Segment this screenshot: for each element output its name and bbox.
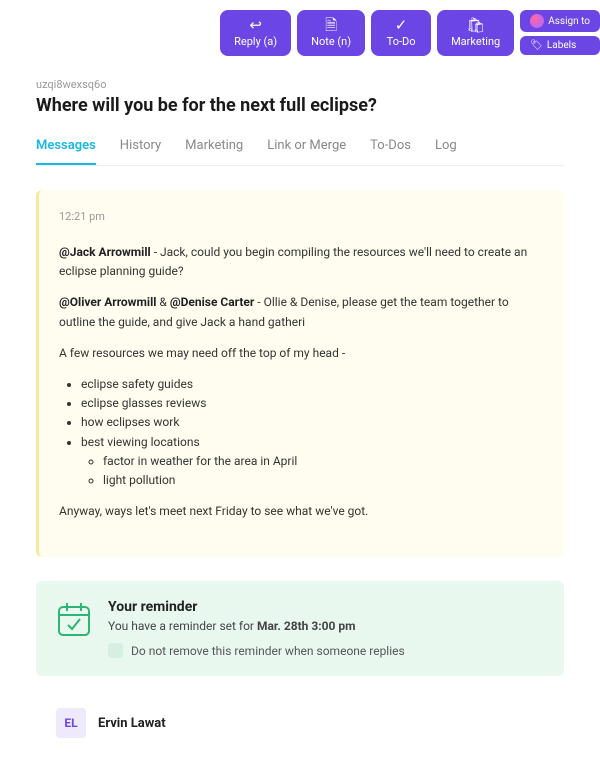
page-title: Where will you be for the next full ecli… [36, 95, 564, 116]
reminder-text-pre: You have a reminder set for [108, 619, 257, 633]
reply-author-name: Ervin Lawat [98, 716, 166, 731]
labels-button[interactable]: 🏷 Labels [520, 36, 600, 55]
conversation-id: uzqi8wexsq6o [36, 78, 564, 91]
reminder-block: Your reminder You have a reminder set fo… [36, 581, 564, 676]
mention-denise[interactable]: @Denise Carter [170, 295, 254, 309]
message-line-2: @Oliver Arrowmill & @Denise Carter - Oll… [59, 293, 544, 331]
tab-todos[interactable]: To-Dos [370, 132, 411, 165]
check-icon: ✓ [395, 18, 408, 33]
reminder-checkbox-row[interactable]: Do not remove this reminder when someone… [108, 643, 544, 658]
todo-button[interactable]: ✓ To-Do [371, 10, 431, 56]
tag-icon: 🏷 [530, 40, 543, 51]
action-toolbar: ↩ Reply (a) 🗎 Note (n) ✓ To-Do 🛍 Marketi… [0, 0, 600, 66]
labels-label: Labels [547, 40, 576, 51]
calendar-check-icon [56, 599, 92, 639]
message-time: 12:21 pm [59, 210, 544, 223]
tab-messages[interactable]: Messages [36, 132, 96, 165]
assign-labels-group: Assign to 🏷 Labels [520, 10, 600, 56]
amp: & [156, 295, 169, 309]
list-item-text: best viewing locations [81, 435, 200, 449]
assignee-avatar-icon [530, 14, 544, 28]
checkbox-icon [108, 643, 123, 658]
todo-label: To-Do [387, 35, 416, 48]
list-item: best viewing locations factor in weather… [81, 433, 544, 491]
note-message: 12:21 pm @Jack Arrowmill - Jack, could y… [36, 190, 564, 557]
list-item: eclipse glasses reviews [81, 394, 544, 413]
resource-sublist: factor in weather for the area in April … [81, 452, 544, 490]
list-item: factor in weather for the area in April [103, 452, 544, 471]
main-container: uzqi8wexsq6o Where will you be for the n… [0, 78, 600, 782]
assign-button[interactable]: Assign to [520, 10, 600, 32]
list-item: how eclipses work [81, 413, 544, 432]
avatar: EL [56, 708, 86, 738]
tab-history[interactable]: History [120, 132, 161, 165]
marketing-label: Marketing [451, 35, 500, 48]
shop-icon: 🛍 [466, 18, 485, 33]
reminder-date: Mar. 28th 3:00 pm [257, 619, 356, 633]
reply-label: Reply (a) [234, 35, 277, 48]
tab-marketing[interactable]: Marketing [185, 132, 243, 165]
mention-jack[interactable]: @Jack Arrowmill [59, 245, 151, 259]
reply-row: EL Ervin Lawat [36, 700, 564, 746]
list-item: light pollution [103, 471, 544, 490]
reply-button[interactable]: ↩ Reply (a) [220, 10, 291, 56]
note-button[interactable]: 🗎 Note (n) [297, 10, 365, 56]
reply-icon: ↩ [249, 18, 262, 33]
reminder-checkbox-label: Do not remove this reminder when someone… [131, 644, 405, 658]
marketing-button[interactable]: 🛍 Marketing [437, 10, 514, 56]
message-body: @Jack Arrowmill - Jack, could you begin … [59, 243, 544, 521]
tab-bar: Messages History Marketing Link or Merge… [36, 132, 564, 166]
message-line-1: @Jack Arrowmill - Jack, could you begin … [59, 243, 544, 281]
tab-link-merge[interactable]: Link or Merge [267, 132, 346, 165]
note-label: Note (n) [311, 35, 351, 48]
reminder-title: Your reminder [108, 599, 544, 615]
tab-log[interactable]: Log [435, 132, 457, 165]
reminder-content: Your reminder You have a reminder set fo… [108, 599, 544, 658]
message-lead: A few resources we may need off the top … [59, 344, 544, 363]
note-icon: 🗎 [325, 18, 337, 33]
assign-label: Assign to [548, 16, 590, 27]
list-item: eclipse safety guides [81, 375, 544, 394]
reminder-text: You have a reminder set for Mar. 28th 3:… [108, 619, 544, 633]
resource-list: eclipse safety guides eclipse glasses re… [59, 375, 544, 490]
mention-oliver[interactable]: @Oliver Arrowmill [59, 295, 156, 309]
message-close: Anyway, ways let's meet next Friday to s… [59, 502, 544, 521]
